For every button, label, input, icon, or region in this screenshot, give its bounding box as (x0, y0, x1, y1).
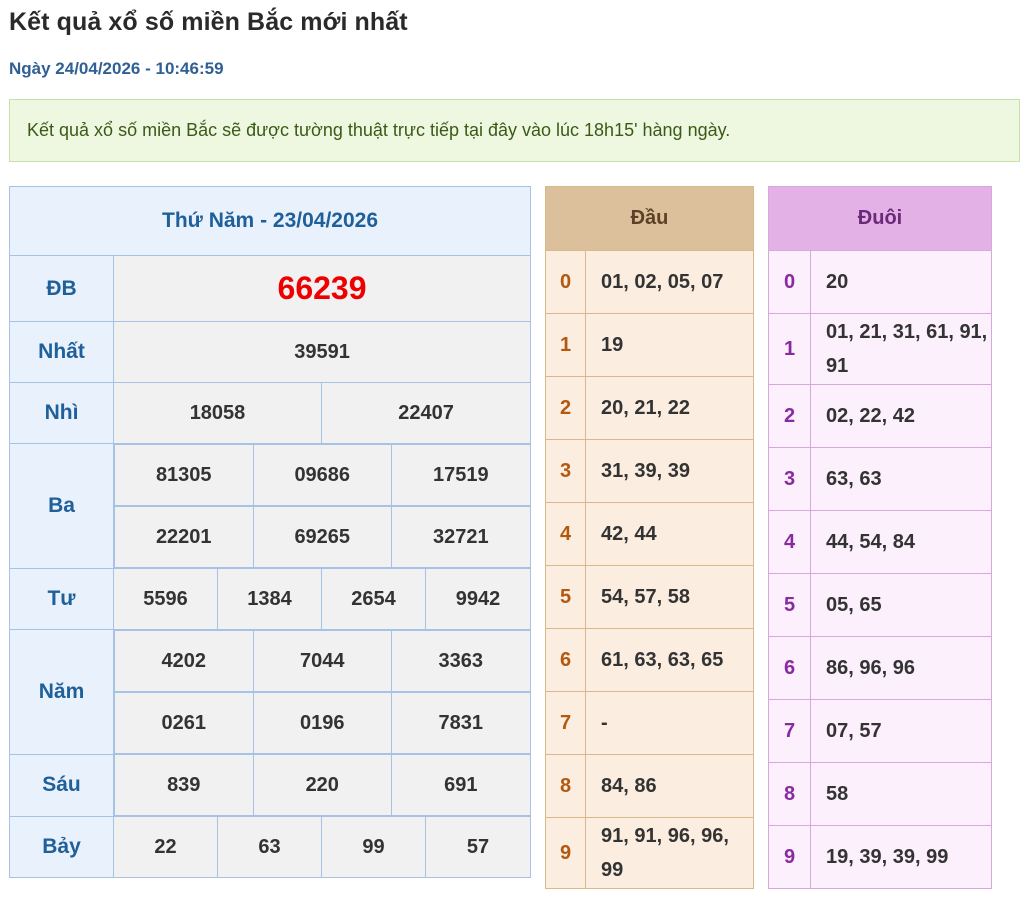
dau-values: 31, 39, 39 (585, 439, 754, 503)
prize-number: 7044 (252, 630, 392, 692)
dau-values: 91, 91, 96, 96, 99 (585, 817, 754, 889)
draw-date: Ngày 24/04/2026 - 10:46:59 (9, 59, 224, 78)
live-notice: Kết quả xổ số miền Bắc sẽ được tường thu… (9, 99, 1020, 162)
dau-digit: 1 (545, 313, 586, 377)
duoi-values: 58 (810, 762, 992, 826)
dau-table: Đầu 0 01, 02, 05, 07 1 19 2 20, 21, 22 3 31,… (545, 186, 754, 889)
prize-number: 69265 (252, 506, 392, 568)
dau-digit: 6 (545, 628, 586, 692)
results-header-row: Thứ Năm - 23/04/2026 (8, 186, 532, 256)
special-prize-number: 66239 (112, 255, 532, 322)
dau-digit: 4 (545, 502, 586, 566)
page-title: Kết quả xổ số miền Bắc mới nhất (9, 8, 408, 36)
dau-heading: Đầu (545, 186, 754, 251)
dau-digit: 2 (545, 376, 586, 440)
prize-group: 22201 69265 32721 (113, 506, 531, 569)
dau-values: 20, 21, 22 (585, 376, 754, 440)
duoi-digit: 3 (768, 447, 811, 511)
prize-number: 63 (217, 816, 322, 878)
dau-digit: 9 (545, 817, 586, 889)
duoi-values: 05, 65 (810, 573, 992, 637)
duoi-values: 63, 63 (810, 447, 992, 511)
prize-row-nhi: Nhì 18058 22407 (9, 382, 532, 444)
prize-row-bay: Bảy 22 63 99 57 (9, 816, 532, 878)
dau-values: 54, 57, 58 (585, 565, 754, 629)
prize-group: 0261 0196 7831 (113, 692, 531, 754)
prize-number: 32721 (391, 506, 531, 568)
prize-row-nam: Năm 4202 7044 3363 (9, 629, 531, 755)
prize-label-sau: Sáu (9, 753, 114, 817)
dau-values: 42, 44 (585, 502, 754, 566)
prize-row-db: ĐB 66239 (9, 255, 532, 322)
prize-number: 81305 (114, 444, 254, 506)
prize-group: 839 220 691 (113, 754, 531, 817)
prize-label-ba: Ba (9, 443, 114, 569)
prize-row-sau: Sáu 839 220 691 (9, 753, 531, 817)
prize-row-ba: Ba 81305 09686 17519 (9, 443, 531, 569)
prize-number: 0261 (114, 692, 254, 754)
prize-label-tu: Tư (9, 568, 114, 630)
duoi-values: 01, 21, 31, 61, 91, 91 (810, 313, 992, 385)
dau-digit: 0 (545, 250, 586, 314)
dau-values: 84, 86 (585, 754, 754, 818)
dau-values: 19 (585, 313, 754, 377)
duoi-digit: 7 (768, 699, 811, 763)
prize-number: 99 (321, 816, 426, 878)
duoi-values: 86, 96, 96 (810, 636, 992, 700)
dau-digit: 3 (545, 439, 586, 503)
duoi-table: Đuôi 0 20 1 01, 21, 31, 61, 91, 91 2 02, 22… (768, 186, 992, 889)
prize-number: 691 (391, 754, 531, 816)
duoi-digit: 9 (768, 825, 811, 889)
prize-number: 1384 (217, 568, 322, 630)
prize-label-bay: Bảy (9, 816, 114, 878)
prize-number: 5596 (113, 568, 218, 630)
dau-digit: 8 (545, 754, 586, 818)
duoi-digit: 1 (768, 313, 811, 385)
duoi-digit: 6 (768, 636, 811, 700)
prize-number: 22407 (320, 382, 532, 444)
duoi-digit: 4 (768, 510, 811, 574)
prize-label-db: ĐB (9, 255, 114, 322)
dau-values: 01, 02, 05, 07 (585, 250, 754, 314)
prize-label-nam: Năm (9, 629, 114, 755)
prize-row-tu: Tư 5596 1384 2654 9942 (9, 568, 532, 630)
duoi-digit: 8 (768, 762, 811, 826)
dau-digit: 7 (545, 691, 586, 755)
duoi-values: 19, 39, 39, 99 (810, 825, 992, 889)
duoi-digit: 0 (768, 250, 811, 314)
prize-label-nhi: Nhì (9, 382, 114, 444)
dau-digit: 5 (545, 565, 586, 629)
prize-number: 22 (113, 816, 218, 878)
prize-group: 4202 7044 3363 (113, 629, 531, 692)
prize-number: 4202 (114, 630, 254, 692)
results-table: Thứ Năm - 23/04/2026 ĐB 66239 Nhất 39591… (8, 186, 532, 878)
prize-number: 220 (252, 754, 392, 816)
duoi-values: 44, 54, 84 (810, 510, 992, 574)
prize-number: 9942 (424, 568, 532, 630)
duoi-values: 20 (810, 250, 992, 314)
prize-number: 17519 (391, 444, 531, 506)
prize-number: 839 (114, 754, 254, 816)
prize-number: 39591 (112, 321, 532, 383)
prize-number: 2654 (321, 568, 426, 630)
prize-label-nhat: Nhất (9, 321, 114, 383)
dau-values: 61, 63, 63, 65 (585, 628, 754, 692)
prize-number: 18058 (113, 382, 322, 444)
prize-row-nhat: Nhất 39591 (9, 321, 532, 383)
duoi-heading: Đuôi (768, 186, 992, 251)
prize-group: 81305 09686 17519 (113, 443, 531, 506)
duoi-digit: 5 (768, 573, 811, 637)
prize-number: 57 (424, 816, 532, 878)
duoi-values: 07, 57 (810, 699, 992, 763)
prize-number: 22201 (114, 506, 254, 568)
results-heading: Thứ Năm - 23/04/2026 (8, 186, 532, 256)
duoi-digit: 2 (768, 384, 811, 448)
prize-number: 3363 (391, 630, 531, 692)
prize-number: 09686 (252, 444, 392, 506)
prize-number: 7831 (391, 692, 531, 754)
duoi-values: 02, 22, 42 (810, 384, 992, 448)
dau-values: - (585, 691, 754, 755)
prize-number: 0196 (252, 692, 392, 754)
